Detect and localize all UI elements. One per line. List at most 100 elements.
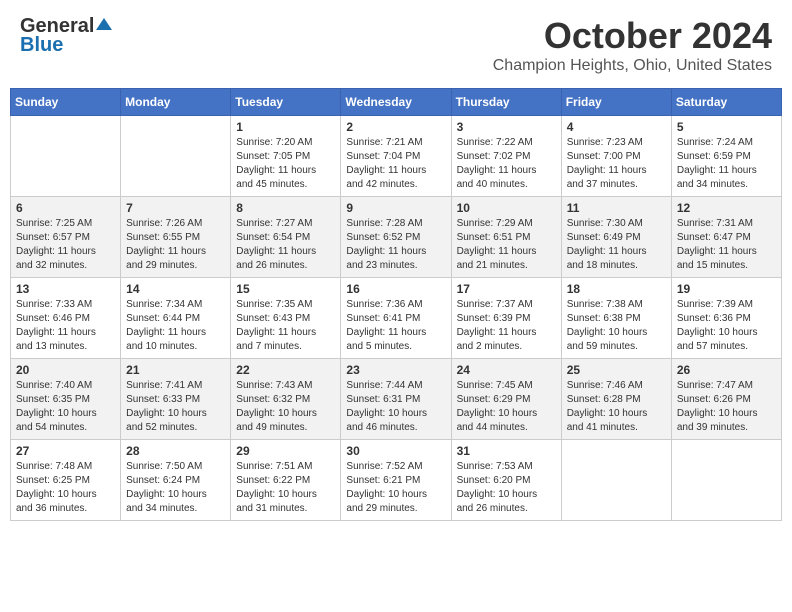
day-number: 31 xyxy=(457,444,556,458)
col-thursday: Thursday xyxy=(451,89,561,116)
day-info: Sunrise: 7:37 AM Sunset: 6:39 PM Dayligh… xyxy=(457,298,556,354)
day-number: 16 xyxy=(346,282,445,296)
table-cell: 13 Sunrise: 7:33 AM Sunset: 6:46 PM Dayli… xyxy=(11,278,121,359)
calendar-header-row: Sunday Monday Tuesday Wednesday Thursday… xyxy=(11,89,782,116)
table-cell: 1 Sunrise: 7:20 AM Sunset: 7:05 PM Daylig… xyxy=(231,116,341,197)
day-info: Sunrise: 7:38 AM Sunset: 6:38 PM Dayligh… xyxy=(567,298,666,354)
day-number: 25 xyxy=(567,363,666,377)
table-cell: 28 Sunrise: 7:50 AM Sunset: 6:24 PM Dayli… xyxy=(121,440,231,521)
table-cell: 4Sunrise: 7:23 AM Sunset: 7:00 PM Daylig… xyxy=(561,116,671,197)
day-number: 22 xyxy=(236,363,335,377)
day-info: Sunrise: 7:40 AM Sunset: 6:35 PM Dayligh… xyxy=(16,379,115,435)
day-info: Sunrise: 7:31 AM Sunset: 6:47 PM Dayligh… xyxy=(677,217,776,273)
day-number: 24 xyxy=(457,363,556,377)
table-cell: 16 Sunrise: 7:36 AM Sunset: 6:41 PM Dayli… xyxy=(341,278,451,359)
table-cell: 8Sunrise: 7:27 AM Sunset: 6:54 PM Daylig… xyxy=(231,197,341,278)
table-cell: 11 Sunrise: 7:30 AM Sunset: 6:49 PM Dayli… xyxy=(561,197,671,278)
day-number: 3 xyxy=(457,120,556,134)
day-info: Sunrise: 7:50 AM Sunset: 6:24 PM Dayligh… xyxy=(126,460,225,516)
day-info: Sunrise: 7:41 AM Sunset: 6:33 PM Dayligh… xyxy=(126,379,225,435)
table-cell: 5 Sunrise: 7:24 AM Sunset: 6:59 PM Daylig… xyxy=(671,116,781,197)
day-number: 7 xyxy=(126,201,225,215)
day-number: 15 xyxy=(236,282,335,296)
col-tuesday: Tuesday xyxy=(231,89,341,116)
col-sunday: Sunday xyxy=(11,89,121,116)
calendar-week-2: 6 Sunrise: 7:25 AM Sunset: 6:57 PM Daylig… xyxy=(11,197,782,278)
day-info: Sunrise: 7:36 AM Sunset: 6:41 PM Dayligh… xyxy=(346,298,445,354)
table-cell: 24 Sunrise: 7:45 AM Sunset: 6:29 PM Dayli… xyxy=(451,359,561,440)
day-number: 13 xyxy=(16,282,115,296)
table-cell: 18 Sunrise: 7:38 AM Sunset: 6:38 PM Dayli… xyxy=(561,278,671,359)
table-cell xyxy=(671,440,781,521)
day-info: Sunrise: 7:21 AM Sunset: 7:04 PM Dayligh… xyxy=(346,136,445,192)
table-cell: 12 Sunrise: 7:31 AM Sunset: 6:47 PM Dayli… xyxy=(671,197,781,278)
table-cell: 3 Sunrise: 7:22 AM Sunset: 7:02 PM Daylig… xyxy=(451,116,561,197)
day-info: Sunrise: 7:30 AM Sunset: 6:49 PM Dayligh… xyxy=(567,217,666,273)
day-number: 21 xyxy=(126,363,225,377)
day-number: 11 xyxy=(567,201,666,215)
table-cell: 9Sunrise: 7:28 AM Sunset: 6:52 PM Daylig… xyxy=(341,197,451,278)
day-info: Sunrise: 7:47 AM Sunset: 6:26 PM Dayligh… xyxy=(677,379,776,435)
table-cell: 6 Sunrise: 7:25 AM Sunset: 6:57 PM Daylig… xyxy=(11,197,121,278)
calendar-table: Sunday Monday Tuesday Wednesday Thursday… xyxy=(10,88,782,521)
day-number: 18 xyxy=(567,282,666,296)
col-friday: Friday xyxy=(561,89,671,116)
day-number: 8 xyxy=(236,201,335,215)
table-cell xyxy=(561,440,671,521)
day-number: 14 xyxy=(126,282,225,296)
day-info: Sunrise: 7:51 AM Sunset: 6:22 PM Dayligh… xyxy=(236,460,335,516)
day-info: Sunrise: 7:34 AM Sunset: 6:44 PM Dayligh… xyxy=(126,298,225,354)
table-cell: 7 Sunrise: 7:26 AM Sunset: 6:55 PM Daylig… xyxy=(121,197,231,278)
day-number: 26 xyxy=(677,363,776,377)
table-cell: 30Sunrise: 7:52 AM Sunset: 6:21 PM Dayli… xyxy=(341,440,451,521)
day-info: Sunrise: 7:28 AM Sunset: 6:52 PM Dayligh… xyxy=(346,217,445,273)
calendar-week-3: 13 Sunrise: 7:33 AM Sunset: 6:46 PM Dayli… xyxy=(11,278,782,359)
day-info: Sunrise: 7:33 AM Sunset: 6:46 PM Dayligh… xyxy=(16,298,115,354)
day-info: Sunrise: 7:22 AM Sunset: 7:02 PM Dayligh… xyxy=(457,136,556,192)
day-number: 12 xyxy=(677,201,776,215)
day-info: Sunrise: 7:26 AM Sunset: 6:55 PM Dayligh… xyxy=(126,217,225,273)
day-info: Sunrise: 7:52 AM Sunset: 6:21 PM Dayligh… xyxy=(346,460,445,516)
calendar-week-4: 20Sunrise: 7:40 AM Sunset: 6:35 PM Dayli… xyxy=(11,359,782,440)
day-number: 19 xyxy=(677,282,776,296)
month-title: October 2024 xyxy=(493,15,772,57)
day-number: 5 xyxy=(677,120,776,134)
day-info: Sunrise: 7:23 AM Sunset: 7:00 PM Dayligh… xyxy=(567,136,666,192)
table-cell: 19 Sunrise: 7:39 AM Sunset: 6:36 PM Dayli… xyxy=(671,278,781,359)
table-cell: 29Sunrise: 7:51 AM Sunset: 6:22 PM Dayli… xyxy=(231,440,341,521)
day-number: 2 xyxy=(346,120,445,134)
table-cell: 17 Sunrise: 7:37 AM Sunset: 6:39 PM Dayli… xyxy=(451,278,561,359)
table-cell: 31Sunrise: 7:53 AM Sunset: 6:20 PM Dayli… xyxy=(451,440,561,521)
col-saturday: Saturday xyxy=(671,89,781,116)
day-number: 1 xyxy=(236,120,335,134)
calendar-week-1: 1 Sunrise: 7:20 AM Sunset: 7:05 PM Daylig… xyxy=(11,116,782,197)
table-cell: 26 Sunrise: 7:47 AM Sunset: 6:26 PM Dayli… xyxy=(671,359,781,440)
day-info: Sunrise: 7:45 AM Sunset: 6:29 PM Dayligh… xyxy=(457,379,556,435)
day-info: Sunrise: 7:46 AM Sunset: 6:28 PM Dayligh… xyxy=(567,379,666,435)
table-cell: 14 Sunrise: 7:34 AM Sunset: 6:44 PM Dayli… xyxy=(121,278,231,359)
day-number: 6 xyxy=(16,201,115,215)
day-number: 17 xyxy=(457,282,556,296)
table-cell: 23 Sunrise: 7:44 AM Sunset: 6:31 PM Dayli… xyxy=(341,359,451,440)
table-cell xyxy=(11,116,121,197)
day-info: Sunrise: 7:29 AM Sunset: 6:51 PM Dayligh… xyxy=(457,217,556,273)
day-info: Sunrise: 7:44 AM Sunset: 6:31 PM Dayligh… xyxy=(346,379,445,435)
day-number: 27 xyxy=(16,444,115,458)
table-cell: 25 Sunrise: 7:46 AM Sunset: 6:28 PM Dayli… xyxy=(561,359,671,440)
day-info: Sunrise: 7:39 AM Sunset: 6:36 PM Dayligh… xyxy=(677,298,776,354)
col-monday: Monday xyxy=(121,89,231,116)
table-cell: 27Sunrise: 7:48 AM Sunset: 6:25 PM Dayli… xyxy=(11,440,121,521)
col-wednesday: Wednesday xyxy=(341,89,451,116)
day-info: Sunrise: 7:24 AM Sunset: 6:59 PM Dayligh… xyxy=(677,136,776,192)
page-header: General Blue October 2024 Champion Heigh… xyxy=(10,10,782,80)
day-info: Sunrise: 7:43 AM Sunset: 6:32 PM Dayligh… xyxy=(236,379,335,435)
logo-triangle-icon xyxy=(96,16,112,37)
logo: General Blue xyxy=(20,15,112,57)
day-info: Sunrise: 7:20 AM Sunset: 7:05 PM Dayligh… xyxy=(236,136,335,192)
table-cell: 10 Sunrise: 7:29 AM Sunset: 6:51 PM Dayli… xyxy=(451,197,561,278)
day-number: 28 xyxy=(126,444,225,458)
day-number: 23 xyxy=(346,363,445,377)
day-number: 10 xyxy=(457,201,556,215)
table-cell: 22 Sunrise: 7:43 AM Sunset: 6:32 PM Dayli… xyxy=(231,359,341,440)
day-info: Sunrise: 7:25 AM Sunset: 6:57 PM Dayligh… xyxy=(16,217,115,273)
